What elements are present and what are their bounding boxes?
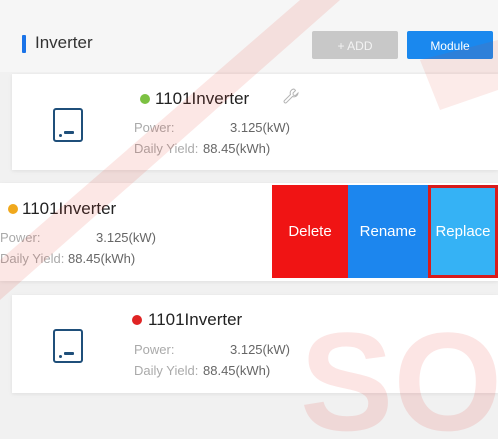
daily-yield-value: 88.45(kWh) xyxy=(203,363,271,378)
replace-button[interactable]: Replace xyxy=(428,185,498,278)
inverter-list-page: Inverter + ADD Module 1101Inverter Power… xyxy=(0,0,498,439)
power-label: Power: xyxy=(134,120,175,135)
module-button[interactable]: Module xyxy=(407,31,493,59)
status-dot-offline xyxy=(132,315,142,325)
add-button[interactable]: + ADD xyxy=(312,31,398,59)
device-name: 1101Inverter xyxy=(148,310,243,329)
device-card[interactable]: 1101Inverter Power: 3.125(kW) Daily Yiel… xyxy=(12,295,498,393)
wrench-icon[interactable] xyxy=(283,88,299,107)
header: Inverter + ADD Module xyxy=(0,0,498,72)
daily-yield-value: 88.45(kWh) xyxy=(68,251,136,266)
power-label: Power: xyxy=(0,230,41,245)
power-value: 3.125(kW) xyxy=(230,120,290,135)
status-dot-warning xyxy=(8,204,18,214)
device-name: 1101Inverter xyxy=(155,89,250,108)
daily-yield-label: Daily Yield: xyxy=(134,363,199,378)
device-card[interactable]: 1101Inverter Power: 3.125(kW) Daily Yiel… xyxy=(12,74,498,170)
title-accent-bar xyxy=(22,35,26,53)
daily-yield-label: Daily Yield: xyxy=(134,141,199,156)
inverter-icon xyxy=(53,108,83,142)
power-label: Power: xyxy=(134,342,175,357)
rename-button[interactable]: Rename xyxy=(348,185,428,278)
page-title: Inverter xyxy=(35,33,93,52)
inverter-icon xyxy=(53,329,83,363)
daily-yield-label: Daily Yield: xyxy=(0,251,65,266)
delete-button[interactable]: Delete xyxy=(272,185,348,278)
power-value: 3.125(kW) xyxy=(96,230,156,245)
status-dot-online xyxy=(140,94,150,104)
daily-yield-value: 88.45(kWh) xyxy=(203,141,271,156)
power-value: 3.125(kW) xyxy=(230,342,290,357)
device-name: 1101Inverter xyxy=(22,199,117,218)
